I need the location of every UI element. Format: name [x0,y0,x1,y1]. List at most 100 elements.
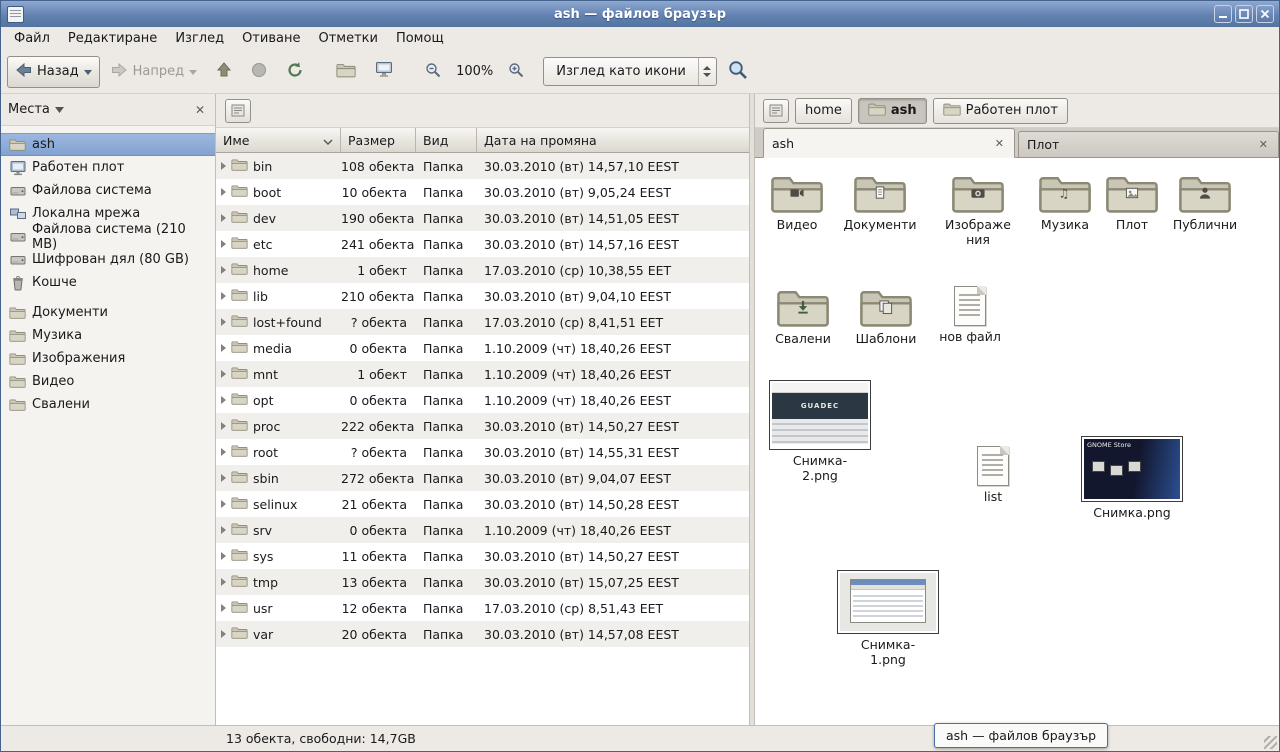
table-row[interactable]: lib210 обектаПапка30.03.2010 (вт) 9,04,1… [216,283,749,309]
expander-icon[interactable] [221,344,226,352]
sidebar-item[interactable]: Изображения [1,347,215,370]
column-header[interactable]: Размер [341,128,416,153]
table-row[interactable]: selinux21 обектаПапка30.03.2010 (вт) 14,… [216,491,749,517]
table-row[interactable]: tmp13 обектаПапка30.03.2010 (вт) 15,07,2… [216,569,749,595]
search-button[interactable] [720,56,756,88]
menu-item[interactable]: Помощ [387,28,453,49]
sidebar-item[interactable]: Файлова система [1,179,215,202]
table-row[interactable]: boot10 обектаПапка30.03.2010 (вт) 9,05,2… [216,179,749,205]
resize-grip-icon[interactable] [1264,736,1277,749]
expander-icon[interactable] [221,448,226,456]
table-row[interactable]: srv0 обектаПапка1.10.2009 (чт) 18,40,26 … [216,517,749,543]
pathbar-button[interactable]: Работен плот [933,98,1068,124]
expander-icon[interactable] [221,266,226,274]
expander-icon[interactable] [221,292,226,300]
expander-icon[interactable] [221,162,226,170]
menu-item[interactable]: Отметки [309,28,386,49]
home-button[interactable] [328,56,364,88]
tab[interactable]: ash✕ [763,128,1015,158]
table-row[interactable]: media0 обектаПапка1.10.2009 (чт) 18,40,2… [216,335,749,361]
expander-icon[interactable] [221,422,226,430]
icon-view-item[interactable]: нов файл [928,286,1012,344]
menu-item[interactable]: Редактиране [59,28,166,49]
table-row[interactable]: home1 обектПапка17.03.2010 (ср) 10,38,55… [216,257,749,283]
expander-icon[interactable] [221,500,226,508]
expander-icon[interactable] [221,474,226,482]
icon-view-item[interactable]: Публични [1163,172,1247,232]
expander-icon[interactable] [221,396,226,404]
sidebar-item[interactable]: Файлова система (210 MB) [1,225,215,248]
back-button[interactable]: Назад [7,56,100,88]
menu-item[interactable]: Отиване [233,28,309,49]
tab[interactable]: Плот✕ [1018,131,1279,157]
column-header[interactable]: Име [216,128,341,153]
expander-icon[interactable] [221,630,226,638]
table-row[interactable]: var20 обектаПапка30.03.2010 (вт) 14,57,0… [216,621,749,647]
expander-icon[interactable] [221,240,226,248]
table-row[interactable]: etc241 обектаПапка30.03.2010 (вт) 14,57,… [216,231,749,257]
titlebar[interactable]: ash — файлов браузър [1,1,1279,27]
computer-button[interactable] [367,56,401,88]
expander-icon[interactable] [221,526,226,534]
sidebar-item[interactable]: Свалени [1,393,215,416]
column-header[interactable]: Вид [416,128,477,153]
zoom-out-button[interactable] [417,56,449,88]
table-row[interactable]: mnt1 обектПапка1.10.2009 (чт) 18,40,26 E… [216,361,749,387]
pathbar-button[interactable]: home [795,98,852,124]
table-row[interactable]: dev190 обектаПапка30.03.2010 (вт) 14,51,… [216,205,749,231]
menu-item[interactable]: Изглед [166,28,233,49]
sidebar-item[interactable]: ash [1,133,215,156]
minimize-button[interactable] [1214,5,1232,23]
zoom-in-button[interactable] [500,56,532,88]
expander-icon[interactable] [221,578,226,586]
table-row[interactable]: root? обектаПапка30.03.2010 (вт) 14,55,3… [216,439,749,465]
icon-view-item[interactable]: Снимка-1.png [837,570,939,667]
stop-button[interactable] [243,56,275,88]
up-button[interactable] [208,56,240,88]
close-button[interactable] [1256,5,1274,23]
expander-icon[interactable] [221,370,226,378]
icon-view-item[interactable]: GUADECСнимка-2.png [769,380,871,483]
icon-view-item[interactable]: Изображения [936,172,1020,247]
pathbar-pane-button[interactable] [763,99,789,123]
sidebar-item[interactable]: Работен плот [1,156,215,179]
icon-view-item[interactable]: Видео [755,172,839,232]
expander-icon[interactable] [221,604,226,612]
places-close-icon[interactable]: ✕ [192,103,208,117]
icon-view-item[interactable]: Свалени [761,286,845,346]
icon-view-item[interactable]: Документи [838,172,922,232]
icon-view-item[interactable]: GNOME StoreСнимка.png [1081,436,1183,520]
pane-notes-button[interactable] [225,99,251,123]
combo-spinner-icon[interactable] [698,58,716,85]
table-row[interactable]: lost+found? обектаПапка17.03.2010 (ср) 8… [216,309,749,335]
expander-icon[interactable] [221,552,226,560]
table-row[interactable]: bin108 обектаПапка30.03.2010 (вт) 14,57,… [216,153,749,179]
places-dropdown-icon[interactable] [55,102,64,117]
menu-item[interactable]: Файл [5,28,59,49]
sidebar-item[interactable]: Документи [1,301,215,324]
tab-close-icon[interactable]: ✕ [1257,138,1270,151]
expander-icon[interactable] [221,214,226,222]
table-row[interactable]: usr12 обектаПапка17.03.2010 (ср) 8,51,43… [216,595,749,621]
sidebar-item[interactable]: Видео [1,370,215,393]
icon-view-item[interactable]: list [951,446,1035,504]
sidebar-item[interactable]: Кошче [1,271,215,294]
icon-view[interactable]: ВидеоДокументиИзображения♫МузикаПлотПубл… [755,158,1279,725]
tab-close-icon[interactable]: ✕ [993,137,1006,150]
table-row[interactable]: sys11 обектаПапка30.03.2010 (вт) 14,50,2… [216,543,749,569]
expander-icon[interactable] [221,318,226,326]
expander-icon[interactable] [221,188,226,196]
icon-view-item[interactable]: Плот [1090,172,1174,232]
table-row[interactable]: proc222 обектаПапка30.03.2010 (вт) 14,50… [216,413,749,439]
sidebar-item[interactable]: Шифрован дял (80 GB) [1,248,215,271]
forward-button[interactable]: Напред [103,56,205,88]
column-header[interactable]: Дата на промяна [477,128,749,153]
view-mode-select[interactable]: Изглед като икони [543,57,717,86]
table-row[interactable]: opt0 обектаПапка1.10.2009 (чт) 18,40,26 … [216,387,749,413]
sidebar-item[interactable]: Музика [1,324,215,347]
icon-view-item[interactable]: Шаблони [844,286,928,346]
maximize-button[interactable] [1235,5,1253,23]
pathbar-button[interactable]: ash [858,98,927,124]
reload-button[interactable] [278,56,312,88]
table-row[interactable]: sbin272 обектаПапка30.03.2010 (вт) 9,04,… [216,465,749,491]
